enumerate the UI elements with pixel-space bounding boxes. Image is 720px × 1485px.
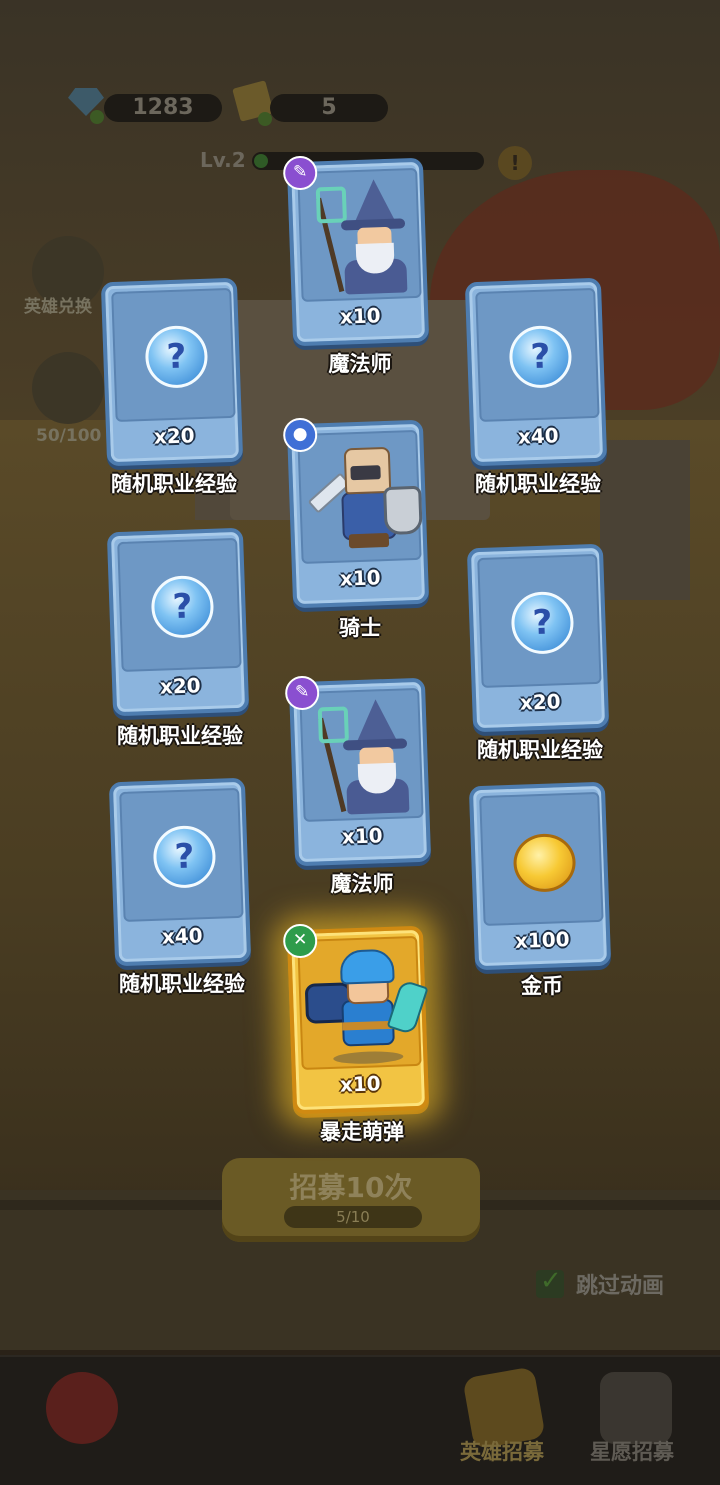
card-art	[297, 167, 422, 302]
hero-exchange-label: 英雄兑换	[24, 297, 92, 317]
card-art	[297, 429, 423, 564]
reward-quantity: x100	[514, 927, 570, 953]
staff-gem-icon	[317, 706, 349, 744]
helmet-visor	[350, 465, 381, 481]
reward-card-hero-gold[interactable]: ✕ x10	[282, 923, 430, 1115]
reward-quantity: x40	[517, 423, 559, 449]
knight-legs	[348, 532, 390, 549]
reward-name: 随机职业经验	[119, 972, 245, 996]
card-art	[299, 687, 424, 822]
shield-icon	[383, 485, 423, 536]
reward-name: 暴走萌弹	[320, 1120, 404, 1144]
question-orb-icon: ?	[150, 574, 215, 639]
reward-name: 骑士	[339, 616, 381, 640]
skip-animation-label: 跳过动画	[576, 1274, 665, 1299]
reward-quantity: x10	[339, 1071, 381, 1097]
gem-count: 1283	[104, 94, 222, 122]
check-icon: ✓	[540, 1266, 562, 1296]
card-art: ?	[117, 537, 242, 672]
recruit-10-label: 招募10次	[289, 1171, 413, 1204]
reward-name: 随机职业经验	[477, 738, 603, 762]
card-art	[297, 935, 429, 1070]
reward-name: 魔法师	[330, 872, 394, 896]
reward-card-random-exp[interactable]: ? x20	[106, 527, 250, 717]
castle-tower-right	[600, 440, 690, 600]
card-art: ?	[119, 787, 244, 922]
recruit-10-button[interactable]: 招募10次 5/10	[222, 1158, 480, 1242]
blade-icon	[386, 979, 429, 1036]
reward-card-gold-coins[interactable]: x100	[468, 781, 612, 971]
reward-name: 金币	[521, 974, 563, 998]
question-orb-icon: ?	[508, 324, 573, 389]
reward-quantity: x10	[339, 303, 381, 329]
star-wish-icon[interactable]	[32, 352, 104, 424]
star-recruit-icon[interactable]	[600, 1372, 672, 1444]
reward-quantity: x10	[341, 823, 383, 849]
star-recruit-tab[interactable]: 星愿招募	[590, 1436, 674, 1466]
reward-name: 随机职业经验	[111, 472, 237, 496]
card-art: ?	[111, 287, 236, 422]
reward-card-knight[interactable]: ● x10	[282, 417, 430, 609]
reward-quantity: x20	[159, 673, 201, 699]
reward-name: 随机职业经验	[475, 472, 601, 496]
reward-card-random-exp[interactable]: ? x40	[108, 777, 252, 967]
star-progress-label: 50/100	[36, 426, 102, 446]
card-art: ?	[475, 287, 600, 422]
shadow	[333, 1050, 404, 1065]
close-icon[interactable]	[46, 1372, 118, 1444]
reward-quantity: x20	[153, 423, 195, 449]
question-orb-icon: ?	[152, 824, 217, 889]
reward-card-random-exp[interactable]: ? x40	[464, 277, 608, 467]
reward-quantity: x40	[161, 923, 203, 949]
reward-card-random-exp[interactable]: ? x20	[100, 277, 244, 467]
card-art: ?	[477, 553, 602, 688]
reward-name: 魔法师	[328, 352, 392, 376]
recruit-progress: 5/10	[284, 1206, 422, 1228]
gold-coin-icon	[512, 832, 577, 893]
card-art	[479, 791, 604, 926]
hero-hair	[339, 948, 395, 985]
ticket-count: 5	[270, 94, 388, 122]
reward-quantity: x10	[339, 565, 381, 591]
add-gems-icon[interactable]	[90, 110, 104, 124]
hero-recruit-tab[interactable]: 英雄招募	[460, 1436, 544, 1466]
question-orb-icon: ?	[144, 324, 209, 389]
staff-gem-icon	[315, 186, 347, 224]
reward-quantity: x20	[519, 689, 561, 715]
reward-card-random-exp[interactable]: ? x20	[466, 543, 610, 733]
question-orb-icon: ?	[510, 590, 575, 655]
warning-icon[interactable]: !	[498, 146, 532, 180]
reward-card-wizard[interactable]: ✎ x10	[282, 155, 430, 347]
reward-name: 随机职业经验	[117, 724, 243, 748]
reward-card-wizard[interactable]: ✎ x10	[284, 675, 432, 867]
xp-bar-fill	[254, 154, 268, 168]
level-label: Lv.2	[200, 148, 246, 172]
add-tickets-icon[interactable]	[258, 112, 272, 126]
